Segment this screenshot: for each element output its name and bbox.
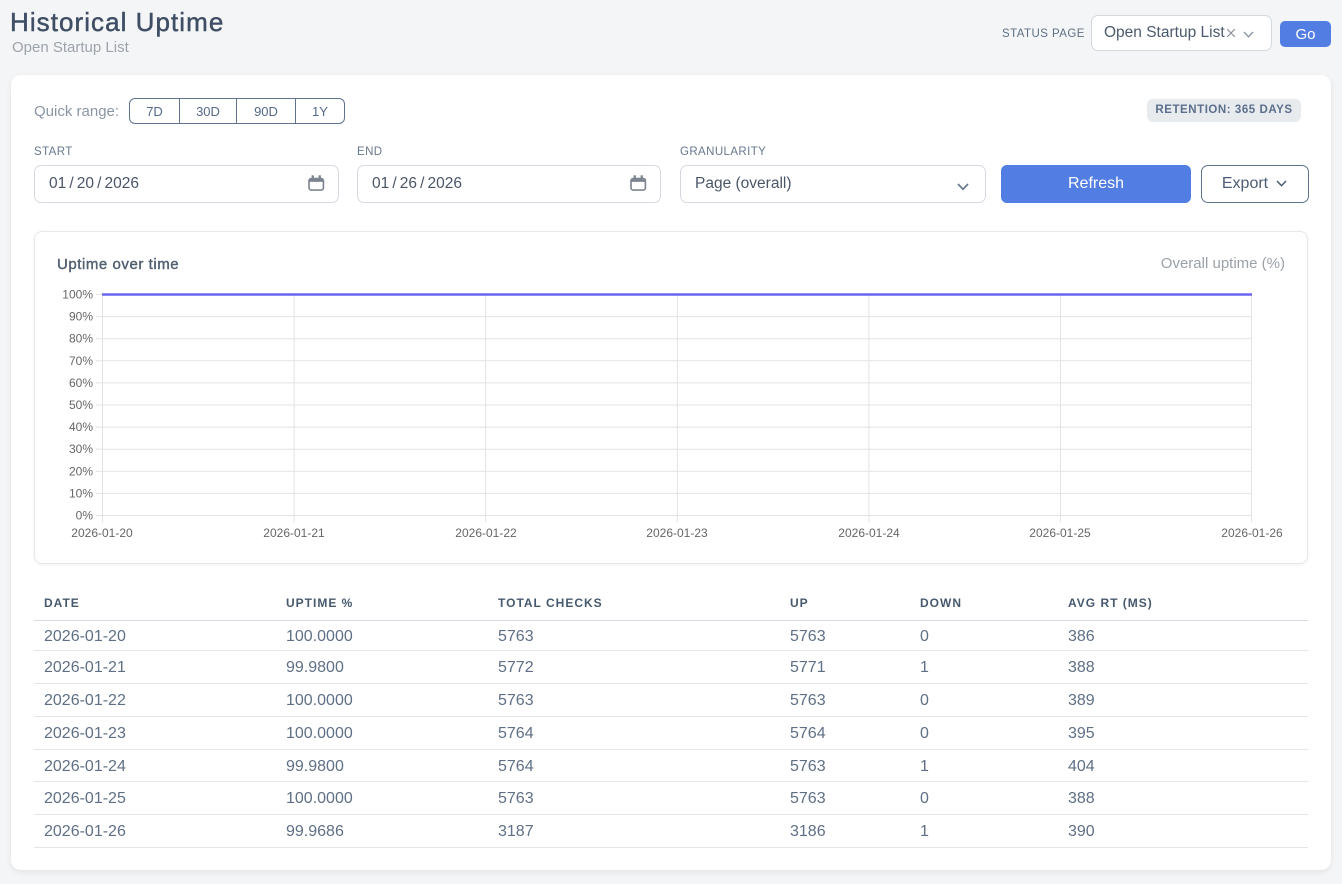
- svg-text:100%: 100%: [62, 288, 93, 302]
- svg-text:2026-01-22: 2026-01-22: [455, 526, 517, 540]
- svg-text:60%: 60%: [69, 376, 93, 390]
- svg-text:10%: 10%: [69, 486, 93, 500]
- svg-text:2026-01-24: 2026-01-24: [838, 526, 900, 540]
- svg-text:30%: 30%: [69, 442, 93, 456]
- svg-text:2026-01-23: 2026-01-23: [646, 526, 708, 540]
- svg-text:2026-01-25: 2026-01-25: [1029, 526, 1091, 540]
- svg-text:20%: 20%: [69, 464, 93, 478]
- svg-text:2026-01-20: 2026-01-20: [71, 526, 133, 540]
- svg-text:0%: 0%: [76, 509, 94, 523]
- svg-text:2026-01-21: 2026-01-21: [263, 526, 325, 540]
- svg-text:80%: 80%: [69, 332, 93, 346]
- svg-text:70%: 70%: [69, 354, 93, 368]
- svg-text:40%: 40%: [69, 420, 93, 434]
- svg-text:2026-01-26: 2026-01-26: [1221, 526, 1283, 540]
- svg-text:50%: 50%: [69, 398, 93, 412]
- svg-text:90%: 90%: [69, 310, 93, 324]
